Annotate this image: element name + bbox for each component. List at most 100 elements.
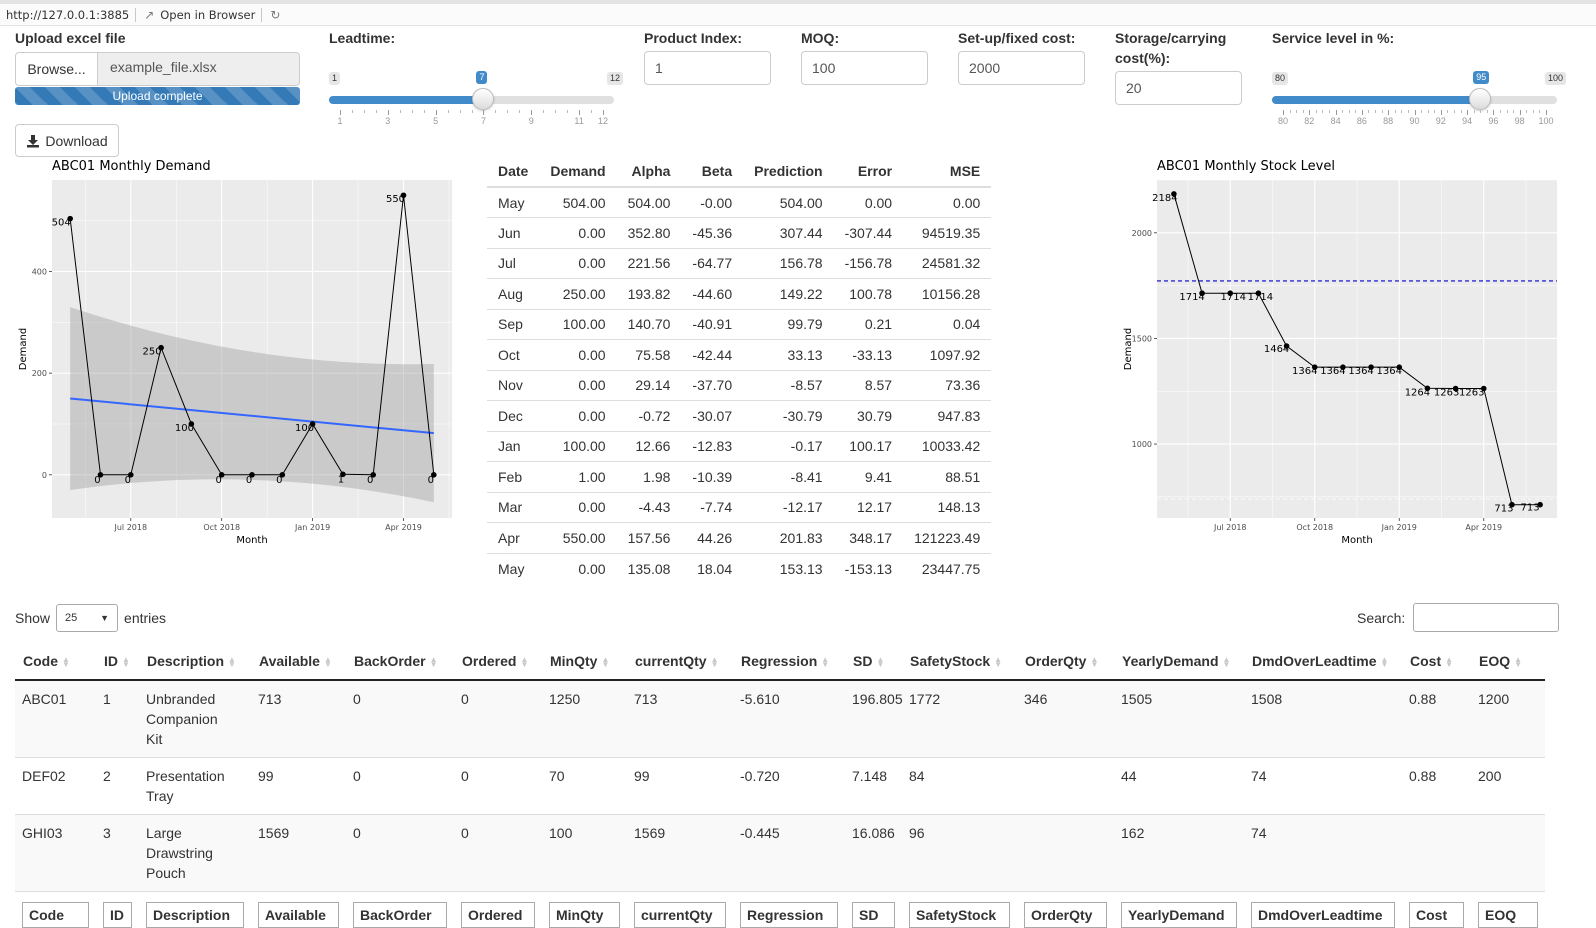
column-header[interactable]: YearlyDemand▲▼	[1114, 642, 1244, 680]
y-tick-label: 1000	[1132, 440, 1152, 449]
storage-cost-input[interactable]: 20	[1115, 71, 1242, 105]
open-in-browser-button[interactable]: ↗ Open in Browser	[142, 8, 255, 22]
forecast-cell: Jun	[487, 218, 539, 249]
column-filter-input[interactable]: EOQ	[1478, 902, 1538, 928]
chart-title: ABC01 Monthly Stock Level	[1157, 159, 1335, 174]
column-filter-input[interactable]: Cost	[1409, 902, 1464, 928]
column-header-label: Regression	[741, 653, 817, 669]
point-label: 1364	[1377, 366, 1402, 377]
column-filter-input[interactable]: SD	[852, 902, 895, 928]
column-header[interactable]: OrderQty▲▼	[1017, 642, 1114, 680]
column-filter-input[interactable]: OrderQty	[1024, 902, 1107, 928]
forecast-cell: 0.00	[539, 492, 616, 523]
leadtime-label: Leadtime:	[329, 28, 619, 48]
forecast-cell: 121223.49	[903, 523, 991, 554]
column-filter-input[interactable]: Regression	[740, 902, 838, 928]
forecast-header: Prediction	[743, 156, 833, 187]
column-header[interactable]: Available▲▼	[251, 642, 346, 680]
leadtime-fill	[329, 96, 483, 104]
service-level-fill	[1272, 96, 1480, 104]
moq-input[interactable]: 100	[801, 51, 928, 85]
column-header[interactable]: DmdOverLeadtime▲▼	[1244, 642, 1402, 680]
service-level-tick	[1533, 110, 1534, 113]
leadtime-handle[interactable]	[472, 88, 494, 110]
column-filter-input[interactable]: MinQty	[549, 902, 620, 928]
table-cell: ABC01	[15, 680, 96, 758]
search-label: Search:	[1357, 610, 1405, 626]
column-header[interactable]: EOQ▲▼	[1471, 642, 1545, 680]
forecast-row: May504.00504.00-0.00504.000.000.00	[487, 187, 991, 218]
column-header[interactable]: Description▲▼	[139, 642, 251, 680]
download-button[interactable]: Download	[15, 124, 119, 157]
column-filter-input[interactable]: ID	[103, 902, 132, 928]
table-row[interactable]: ABC011Unbranded Companion Kit71300125071…	[15, 680, 1545, 758]
table-cell: 162	[1114, 815, 1244, 892]
filter-cell: Ordered	[454, 892, 542, 928]
forecast-cell: 140.70	[617, 309, 682, 340]
browse-button[interactable]: Browse...	[15, 52, 98, 86]
filter-cell: Available	[251, 892, 346, 928]
column-header[interactable]: BackOrder▲▼	[346, 642, 454, 680]
forecast-header: Demand	[539, 156, 616, 187]
table-row[interactable]: GHI033Large Drawstring Pouch156900100156…	[15, 815, 1545, 892]
column-header[interactable]: MinQty▲▼	[542, 642, 627, 680]
product-index-input[interactable]: 1	[644, 51, 771, 85]
table-cell: 0.88	[1402, 680, 1471, 758]
filter-cell: currentQty	[627, 892, 733, 928]
leadtime-tick	[436, 110, 437, 115]
table-row[interactable]: DEF022Presentation Tray99007099-0.7207.1…	[15, 758, 1545, 815]
forecast-row: Nov0.0029.14-37.70-8.578.5773.36	[487, 370, 991, 401]
leadtime-tick-label: 11	[574, 116, 583, 126]
leadtime-tick	[388, 110, 389, 115]
forecast-cell: 30.79	[834, 401, 903, 432]
forecast-cell: 99.79	[743, 309, 833, 340]
table-cell: 74	[1244, 815, 1402, 892]
address-separator-2	[261, 8, 262, 22]
forecast-row: Jan100.0012.66-12.83-0.17100.1710033.42	[487, 431, 991, 462]
sort-icon: ▲▼	[711, 657, 719, 667]
point-label: 1364	[1348, 366, 1373, 377]
leadtime-tick	[495, 110, 496, 113]
service-level-tick	[1368, 110, 1369, 113]
column-filter-input[interactable]: DmdOverLeadtime	[1251, 902, 1395, 928]
forecast-cell: 12.66	[617, 431, 682, 462]
address-url[interactable]: http://127.0.0.1:3885	[6, 8, 129, 22]
column-header[interactable]: Regression▲▼	[733, 642, 845, 680]
forecast-row: Oct0.0075.58-42.4433.13-33.131097.92	[487, 340, 991, 371]
column-filter-input[interactable]: Ordered	[461, 902, 535, 928]
column-filter-input[interactable]: YearlyDemand	[1121, 902, 1237, 928]
service-level-handle[interactable]	[1469, 88, 1491, 110]
column-header[interactable]: Ordered▲▼	[454, 642, 542, 680]
column-filter-input[interactable]: currentQty	[634, 902, 726, 928]
leadtime-slider[interactable]: 1127135791112	[329, 48, 619, 120]
table-cell: GHI03	[15, 815, 96, 892]
table-cell: 16.086	[845, 815, 902, 892]
leadtime-tick	[519, 110, 520, 113]
column-header[interactable]: SD▲▼	[845, 642, 902, 680]
point-label: 0	[246, 475, 252, 486]
column-header[interactable]: SafetyStock▲▼	[902, 642, 1017, 680]
x-tick-label: Apr 2019	[1465, 523, 1502, 532]
column-header[interactable]: currentQty▲▼	[627, 642, 733, 680]
entries-select[interactable]: 25 ▼	[56, 604, 118, 632]
forecast-cell: 18.04	[681, 553, 743, 584]
setup-cost-input[interactable]: 2000	[958, 51, 1085, 85]
column-filter-input[interactable]: SafetyStock	[909, 902, 1010, 928]
column-filter-input[interactable]: Code	[22, 902, 89, 928]
search-input[interactable]	[1413, 603, 1559, 632]
column-filter-input[interactable]: Description	[146, 902, 244, 928]
point-label: 0	[216, 475, 222, 486]
leadtime-tick	[591, 110, 592, 113]
column-header[interactable]: Code▲▼	[15, 642, 96, 680]
forecast-cell: -0.00	[681, 187, 743, 218]
point-label: 0	[367, 475, 373, 486]
service-level-slider[interactable]: 801009580828486889092949698100	[1272, 48, 1562, 120]
filter-cell: Cost	[1402, 892, 1471, 928]
column-header[interactable]: Cost▲▼	[1402, 642, 1471, 680]
reload-icon[interactable]: ↻	[268, 8, 282, 22]
entries-value: 25	[65, 612, 77, 624]
column-filter-input[interactable]: Available	[258, 902, 339, 928]
service-level-control: Service level in %: 80100958082848688909…	[1272, 28, 1562, 120]
column-header[interactable]: ID▲▼	[96, 642, 139, 680]
column-filter-input[interactable]: BackOrder	[353, 902, 447, 928]
